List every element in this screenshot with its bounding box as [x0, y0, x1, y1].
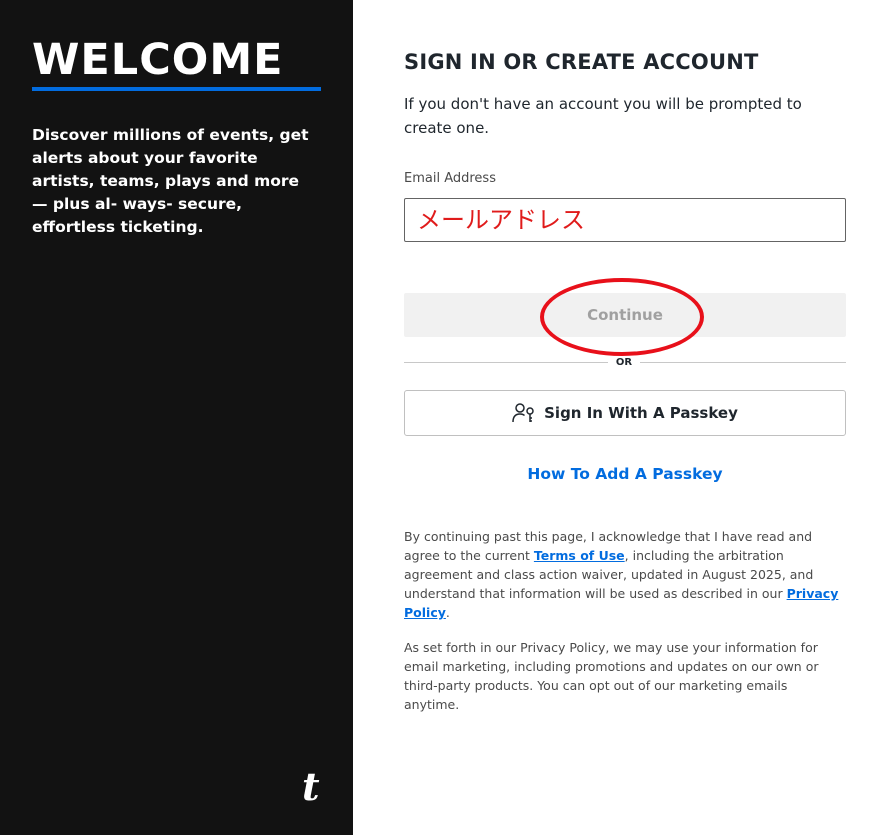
continue-button[interactable]: Continue — [404, 293, 846, 337]
or-label: OR — [608, 357, 640, 368]
passkey-icon — [512, 403, 534, 423]
email-field[interactable] — [404, 198, 846, 242]
legal-marketing-text: As set forth in our Privacy Policy, we m… — [404, 640, 819, 712]
legal-text-3: . — [445, 605, 450, 620]
page-subtitle: If you don't have an account you will be… — [404, 95, 802, 137]
signin-panel: SIGN IN OR CREATE ACCOUNT If you don't h… — [353, 0, 896, 835]
legal-terms-text: By continuing past this page, I acknowle… — [404, 527, 844, 622]
terms-of-use-link[interactable]: Terms of Use — [534, 548, 625, 563]
welcome-panel: WELCOME Discover millions of events, get… — [0, 0, 353, 835]
welcome-underline — [32, 87, 321, 91]
page-title: SIGN IN OR CREATE ACCOUNT — [404, 50, 759, 74]
brand-logo: t — [302, 764, 320, 809]
welcome-description: Discover millions of events, get alerts … — [32, 126, 309, 236]
how-to-add-passkey-link[interactable]: How To Add A Passkey — [404, 465, 846, 483]
passkey-button-label: Sign In With A Passkey — [544, 404, 738, 422]
email-label: Email Address — [404, 171, 496, 186]
welcome-title: WELCOME — [32, 35, 284, 85]
passkey-button[interactable]: Sign In With A Passkey — [404, 390, 846, 436]
